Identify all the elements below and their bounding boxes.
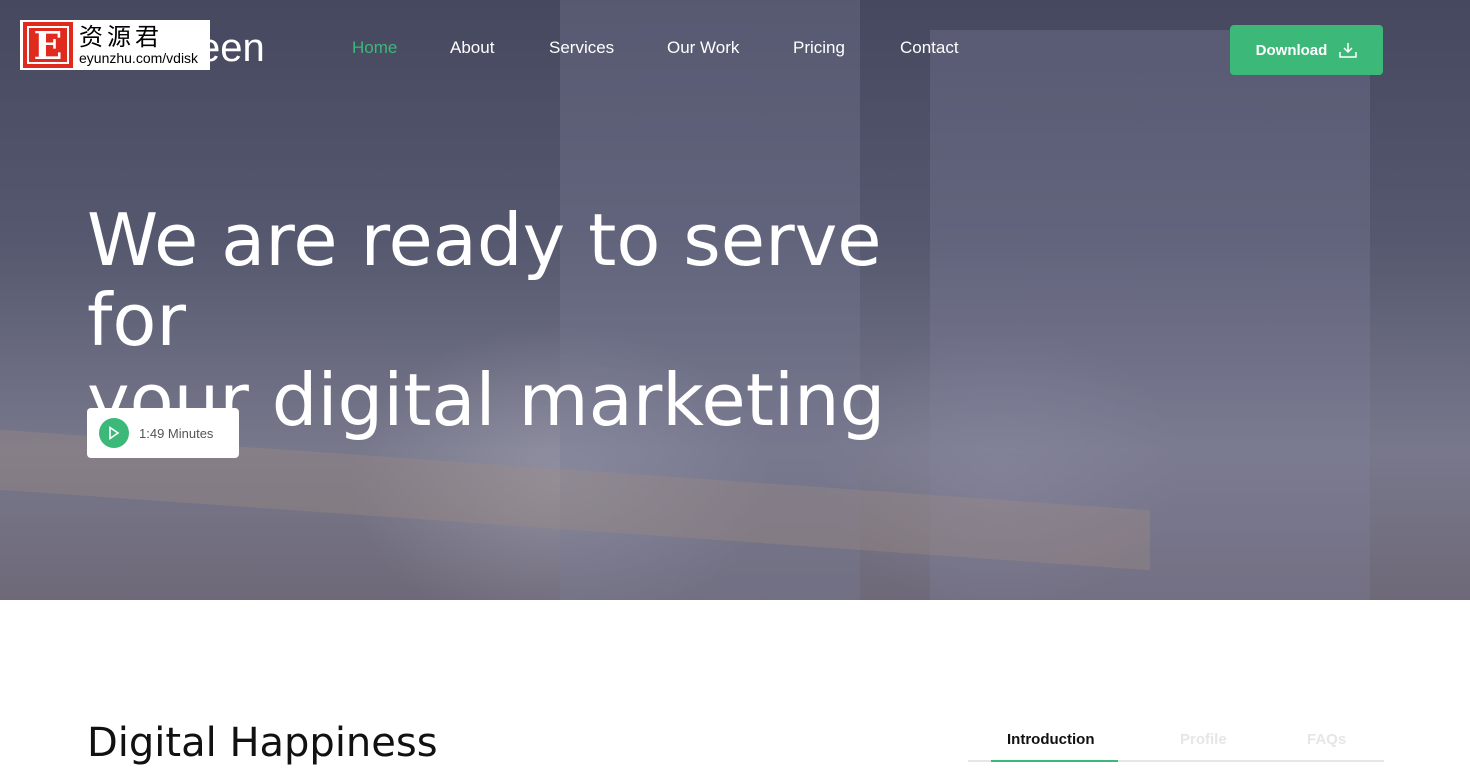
play-icon xyxy=(99,418,129,448)
nav-our-work[interactable]: Our Work xyxy=(667,38,739,58)
play-video-button[interactable]: 1:49 Minutes xyxy=(87,408,239,458)
nav-services[interactable]: Services xyxy=(549,38,614,58)
video-duration: 1:49 Minutes xyxy=(139,425,214,441)
tab-introduction[interactable]: Introduction xyxy=(1007,731,1094,748)
nav-contact[interactable]: Contact xyxy=(900,38,959,58)
nav-home[interactable]: Home xyxy=(352,38,397,58)
tab-faqs[interactable]: FAQs xyxy=(1307,731,1346,748)
hero-section: een E 资源君 eyunzhu.com/vdisk Home About S… xyxy=(0,0,1470,600)
tab-profile[interactable]: Profile xyxy=(1180,731,1227,748)
download-label: Download xyxy=(1255,41,1328,59)
watermark-url: eyunzhu.com/vdisk xyxy=(79,50,199,66)
download-icon xyxy=(1339,43,1358,58)
active-tab-indicator xyxy=(991,760,1118,762)
nav-about[interactable]: About xyxy=(450,38,494,58)
watermark-name: 资源君 xyxy=(79,23,163,51)
section-title: Digital Happiness xyxy=(87,720,438,766)
watermark: E 资源君 eyunzhu.com/vdisk xyxy=(20,20,210,70)
watermark-logo: E xyxy=(23,22,73,68)
download-button[interactable]: Download xyxy=(1230,25,1383,75)
hero-title-line1: We are ready to serve for xyxy=(87,198,882,362)
nav-pricing[interactable]: Pricing xyxy=(793,38,845,58)
section-tabs: Introduction Profile FAQs xyxy=(968,720,1384,762)
hero-title: We are ready to serve for your digital ma… xyxy=(87,200,987,440)
